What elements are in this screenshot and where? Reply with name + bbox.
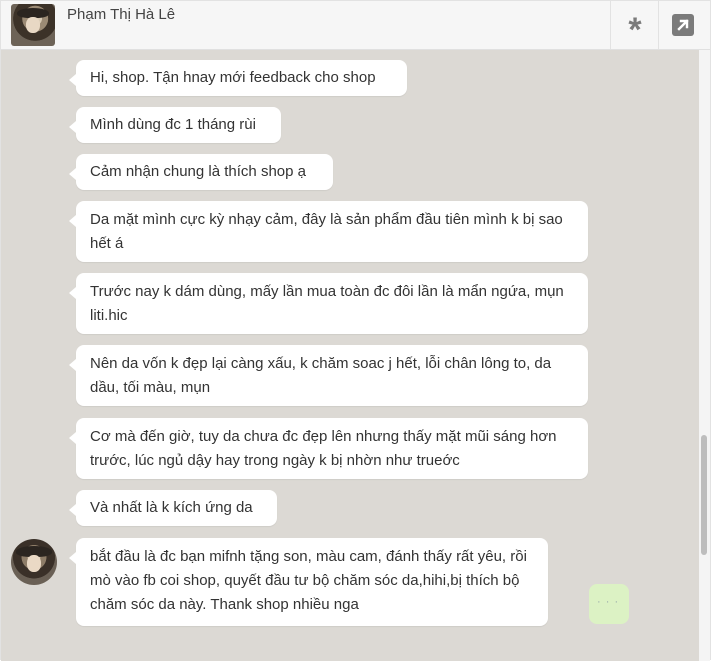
own-message-bubble: · · · [589,584,629,624]
expand-button[interactable] [658,1,707,49]
message-text: Mình dùng đc 1 tháng rùi [90,116,256,133]
chat-header: Phạm Thị Hà Lê * [1,1,710,50]
asterisk-icon: * [628,11,642,49]
message-bubble: Mình dùng đc 1 tháng rùi [69,107,281,143]
message-text: Cơ mà đến giờ, tuy da chưa đc đẹp lên nh… [90,428,557,469]
expand-icon [672,14,694,36]
message-bubble: Da mặt mình cực kỳ nhạy cảm, đây là sản … [69,201,588,262]
sender-avatar[interactable] [11,539,57,585]
message-text: Hi, shop. Tận hnay mới feedback cho shop [90,69,376,86]
contact-avatar[interactable] [11,4,55,46]
message-text: Cảm nhận chung là thích shop ạ [90,163,306,180]
message-bubble: Và nhất là k kích ứng da [69,490,277,526]
settings-button[interactable]: * [610,1,659,49]
message-text: Trước nay k dám dùng, mấy lần mua toàn đ… [90,283,564,324]
message-bubble: bắt đầu là đc bạn mifnh tặng son, màu ca… [69,538,548,626]
contact-name[interactable]: Phạm Thị Hà Lê [67,6,175,23]
message-bubble: Cảm nhận chung là thích shop ạ [69,154,333,190]
message-bubble: Trước nay k dám dùng, mấy lần mua toàn đ… [69,273,588,334]
message-text: Da mặt mình cực kỳ nhạy cảm, đây là sản … [90,211,563,252]
scrollbar-thumb[interactable] [701,435,707,555]
chat-window: Phạm Thị Hà Lê * Hi, shop. Tận hnay mới … [0,0,711,661]
message-bubble: Cơ mà đến giờ, tuy da chưa đc đẹp lên nh… [69,418,588,479]
own-message-text: · · · [597,596,620,608]
message-text: bắt đầu là đc bạn mifnh tặng son, màu ca… [90,548,527,613]
chat-scrollbar[interactable] [699,50,710,661]
message-text: Nên da vốn k đẹp lại càng xấu, k chăm so… [90,355,552,396]
message-text: Và nhất là k kích ứng da [90,499,253,516]
message-bubble: Nên da vốn k đẹp lại càng xấu, k chăm so… [69,345,588,406]
message-list[interactable]: Hi, shop. Tận hnay mới feedback cho shop… [1,50,699,661]
message-bubble: Hi, shop. Tận hnay mới feedback cho shop [69,60,407,96]
